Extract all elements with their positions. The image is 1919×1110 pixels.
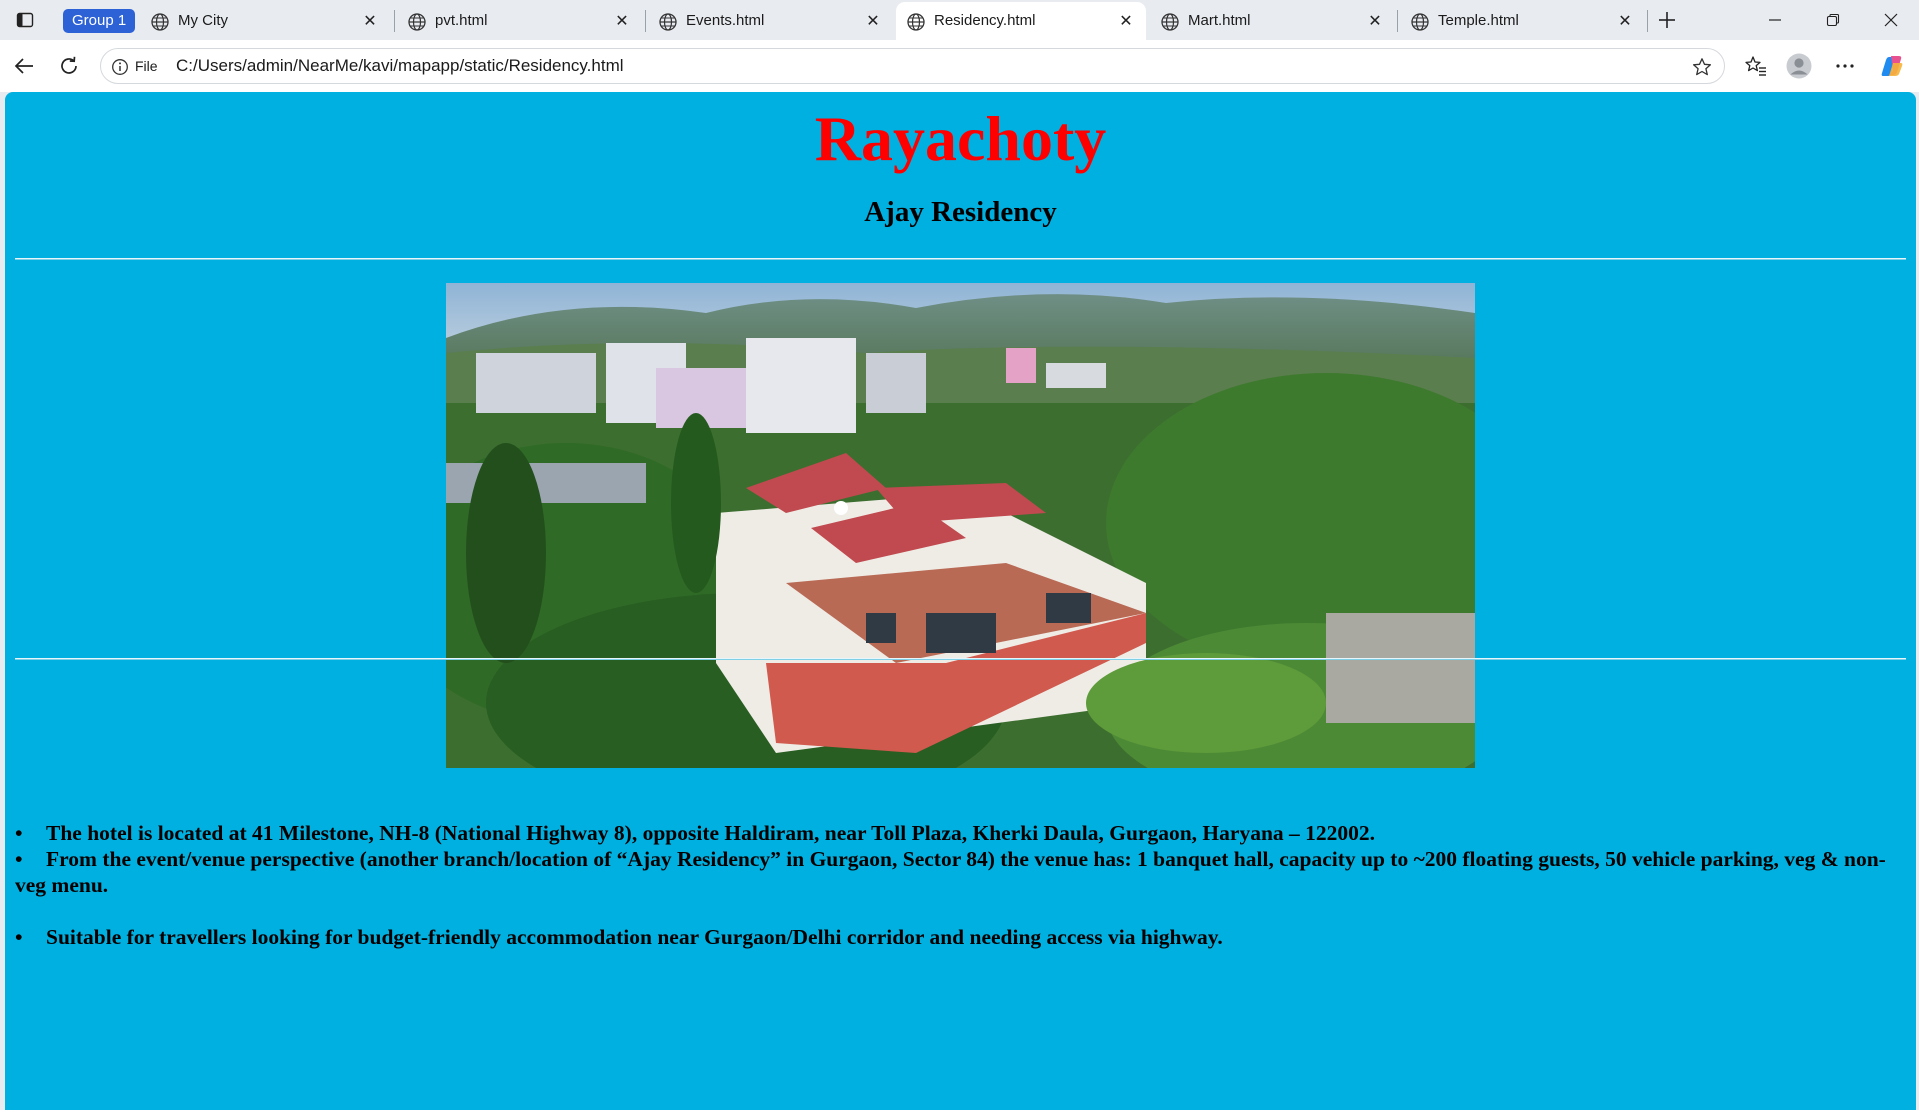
list-item-text: The hotel is located at 41 Milestone, NH… bbox=[46, 821, 1376, 845]
globe-icon bbox=[907, 13, 925, 31]
tab-residency[interactable]: Residency.html ✕ bbox=[896, 2, 1146, 40]
browser-toolbar: File C:/Users/admin/NearMe/kavi/mapapp/s… bbox=[0, 40, 1919, 92]
list-item: • Suitable for travellers looking for bud… bbox=[15, 924, 1910, 950]
tab-title: Events.html bbox=[686, 12, 765, 29]
favorites-icon[interactable] bbox=[1743, 53, 1769, 79]
url-text[interactable]: C:/Users/admin/NearMe/kavi/mapapp/static… bbox=[176, 56, 624, 76]
bullet: • bbox=[15, 821, 23, 845]
list-item: • From the event/venue perspective (anoth… bbox=[15, 846, 1910, 898]
divider bbox=[15, 658, 1906, 660]
close-icon[interactable]: ✕ bbox=[614, 14, 630, 30]
tab-title: My City bbox=[178, 12, 228, 29]
scheme-label: File bbox=[135, 58, 158, 74]
globe-icon bbox=[1411, 13, 1429, 31]
plus-icon[interactable] bbox=[1652, 6, 1682, 34]
star-icon[interactable] bbox=[1692, 57, 1712, 77]
tab-title: Temple.html bbox=[1438, 12, 1519, 29]
tab-temple[interactable]: Temple.html ✕ bbox=[1400, 2, 1645, 40]
tab-separator bbox=[645, 10, 646, 32]
globe-icon bbox=[151, 13, 169, 31]
tab-title: Mart.html bbox=[1188, 12, 1251, 29]
page-subtitle: Ajay Residency bbox=[864, 196, 1057, 228]
globe-icon bbox=[1161, 13, 1179, 31]
window-close-button[interactable] bbox=[1862, 0, 1919, 40]
page-viewport: Rayachoty Ajay Residency • The hotel is … bbox=[5, 92, 1916, 1110]
address-bar[interactable]: File C:/Users/admin/NearMe/kavi/mapapp/s… bbox=[100, 48, 1725, 84]
profile-icon[interactable] bbox=[1786, 53, 1812, 79]
restore-button[interactable] bbox=[1804, 0, 1862, 40]
bullet: • bbox=[15, 925, 23, 949]
info-icon[interactable] bbox=[111, 58, 129, 76]
page-title: Rayachoty bbox=[814, 103, 1107, 174]
tab-actions-icon[interactable] bbox=[10, 6, 40, 34]
reload-icon[interactable] bbox=[53, 50, 85, 82]
tab-mart[interactable]: Mart.html ✕ bbox=[1150, 2, 1395, 40]
tab-separator bbox=[1397, 10, 1398, 32]
tab-my-city[interactable]: My City ✕ bbox=[140, 2, 390, 40]
info-list: • The hotel is located at 41 Milestone, N… bbox=[15, 820, 1910, 950]
list-item: • The hotel is located at 41 Milestone, N… bbox=[15, 820, 1910, 846]
copilot-icon[interactable] bbox=[1879, 53, 1905, 79]
close-icon[interactable]: ✕ bbox=[1118, 14, 1134, 30]
close-icon[interactable]: ✕ bbox=[865, 14, 881, 30]
tab-separator bbox=[1647, 10, 1648, 32]
globe-icon bbox=[408, 13, 426, 31]
tab-title: Residency.html bbox=[934, 12, 1036, 29]
tab-separator bbox=[394, 10, 395, 32]
residency-photo bbox=[446, 283, 1475, 768]
list-item-text: From the event/venue perspective (anothe… bbox=[15, 847, 1886, 897]
tab-events[interactable]: Events.html ✕ bbox=[648, 2, 893, 40]
divider bbox=[15, 258, 1906, 260]
tab-pvt[interactable]: pvt.html ✕ bbox=[397, 2, 642, 40]
back-arrow-icon[interactable] bbox=[8, 50, 40, 82]
close-icon[interactable]: ✕ bbox=[362, 14, 378, 30]
bullet: • bbox=[15, 847, 23, 871]
list-item-text: Suitable for travellers looking for budg… bbox=[46, 925, 1223, 949]
tab-strip: Group 1 My City ✕ pvt.html ✕ Events.html… bbox=[0, 0, 1919, 40]
globe-icon bbox=[659, 13, 677, 31]
tab-group-chip[interactable]: Group 1 bbox=[63, 9, 136, 33]
tab-title: pvt.html bbox=[435, 12, 488, 29]
more-icon[interactable] bbox=[1832, 53, 1858, 79]
close-icon[interactable]: ✕ bbox=[1367, 14, 1383, 30]
minimize-button[interactable] bbox=[1746, 0, 1804, 40]
close-icon[interactable]: ✕ bbox=[1617, 14, 1633, 30]
